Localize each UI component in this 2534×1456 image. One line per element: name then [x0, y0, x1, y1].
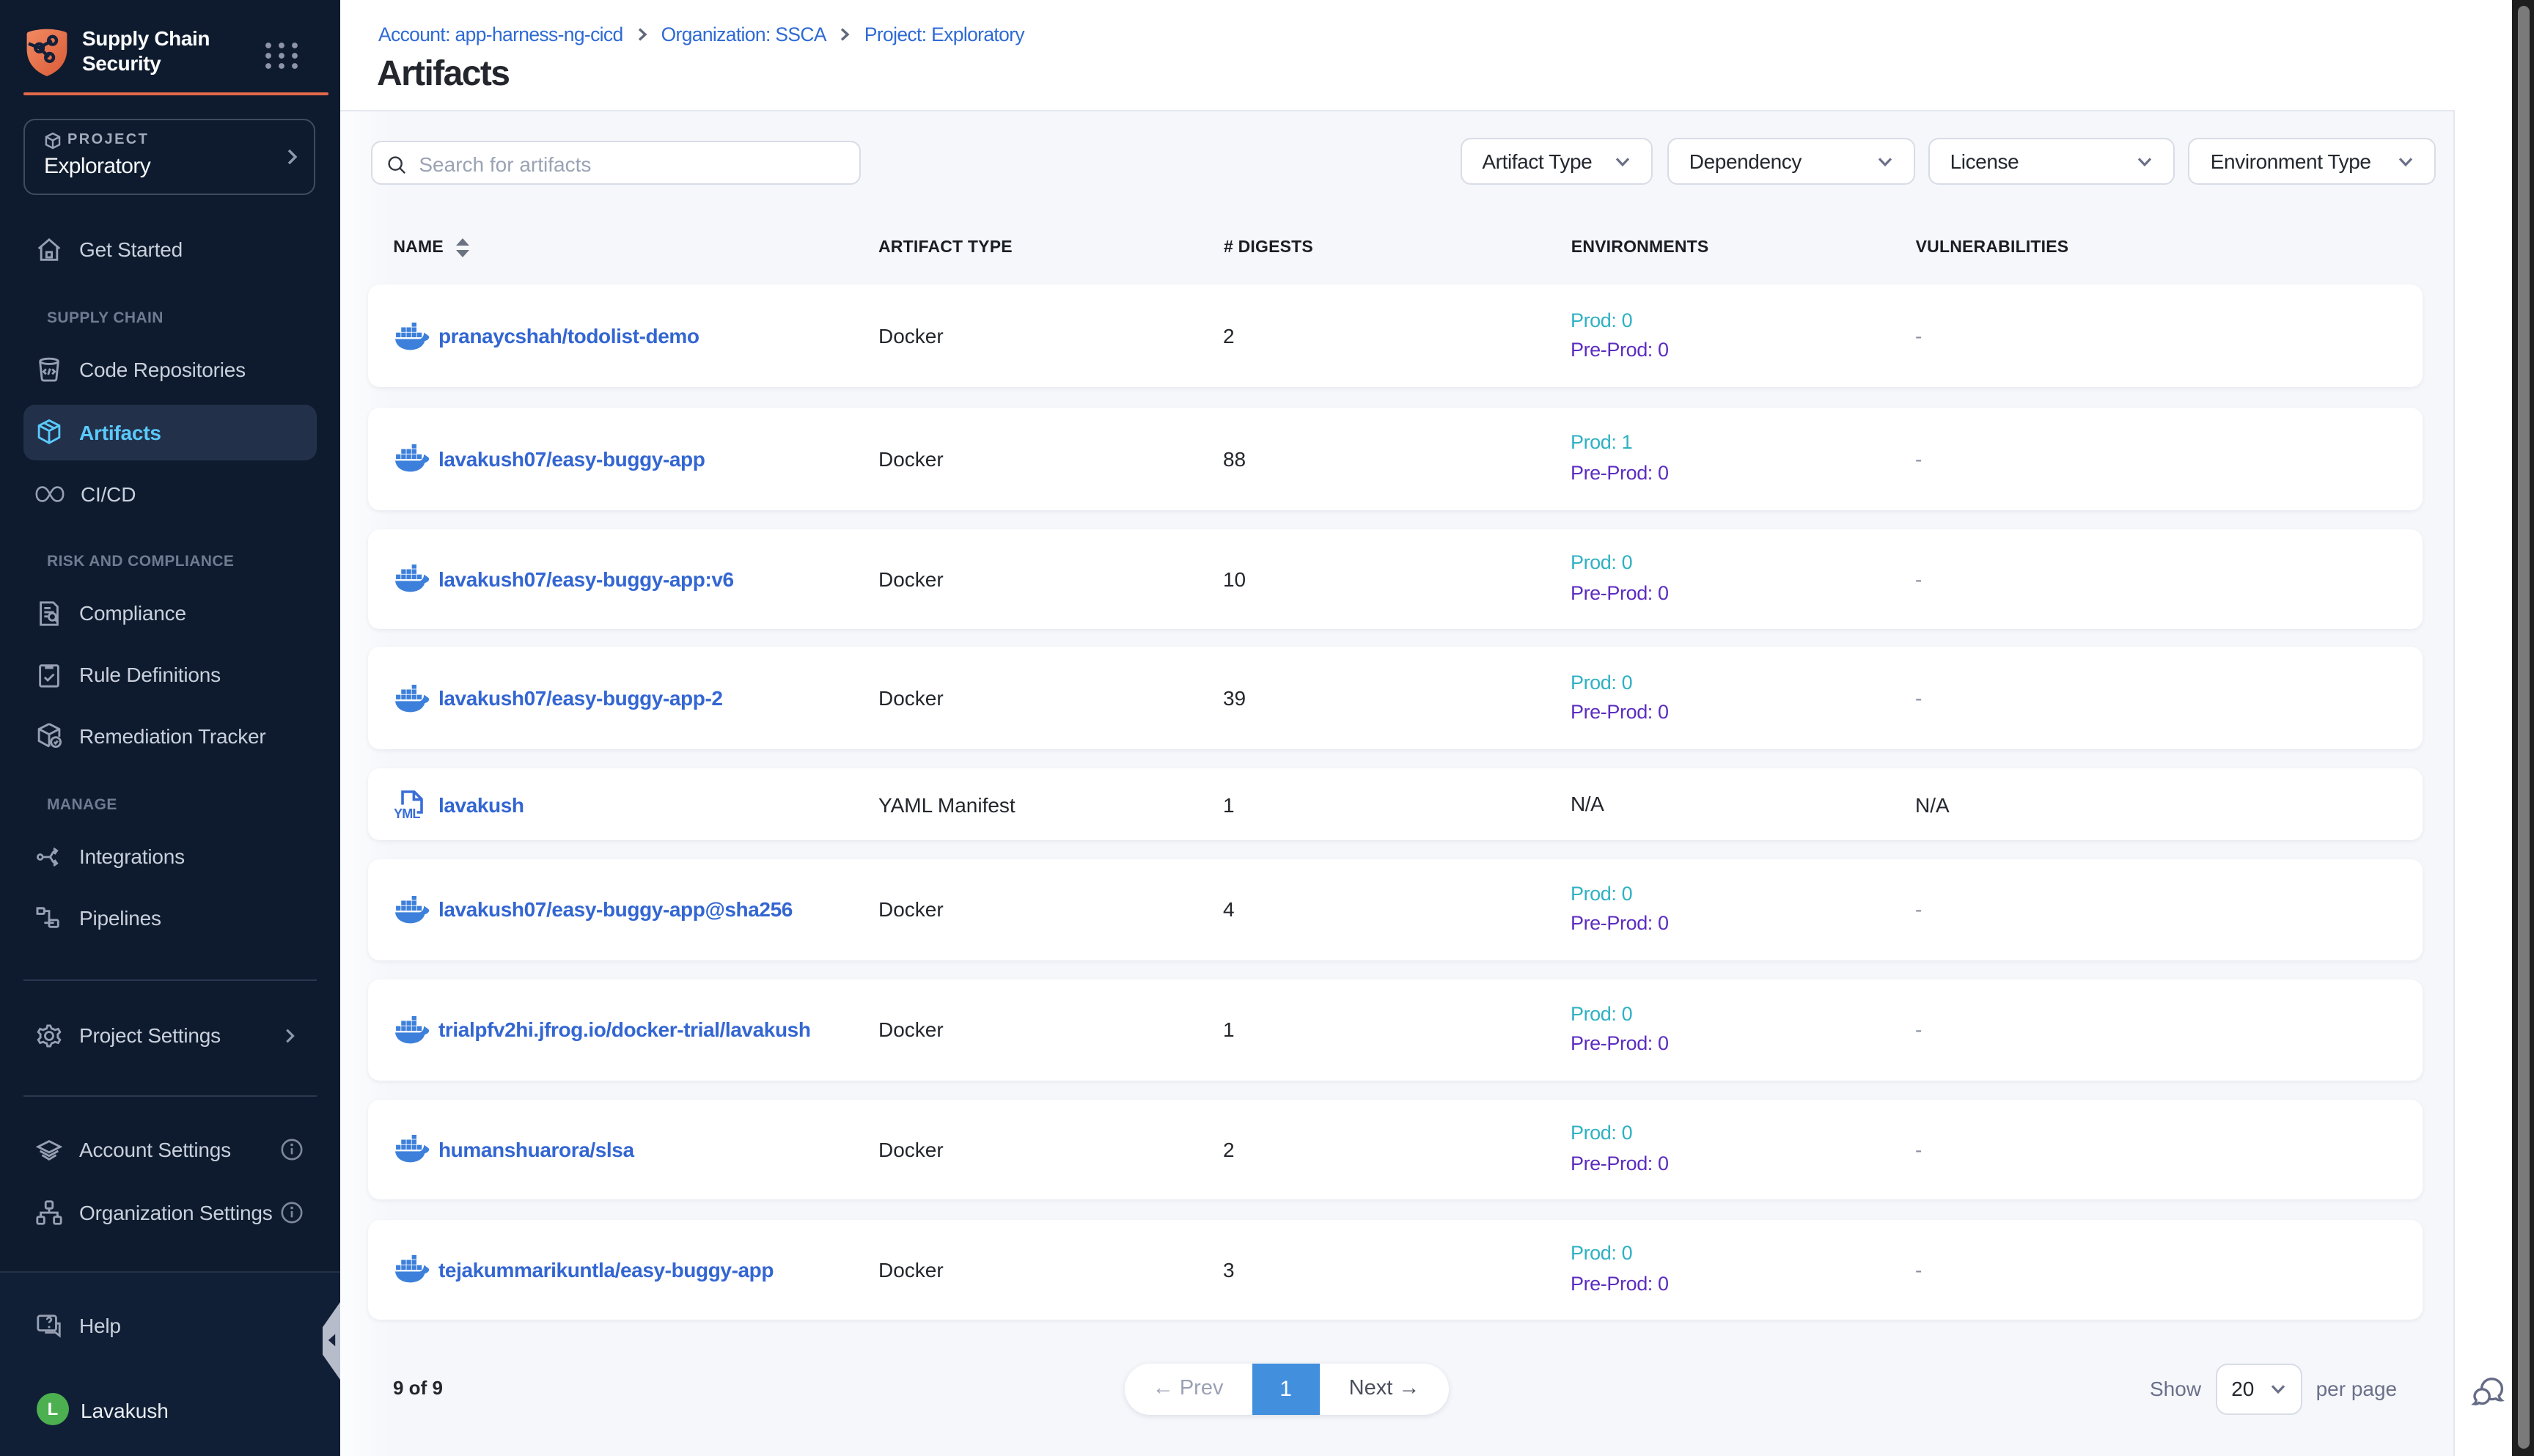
svg-text:YML: YML: [394, 806, 420, 819]
